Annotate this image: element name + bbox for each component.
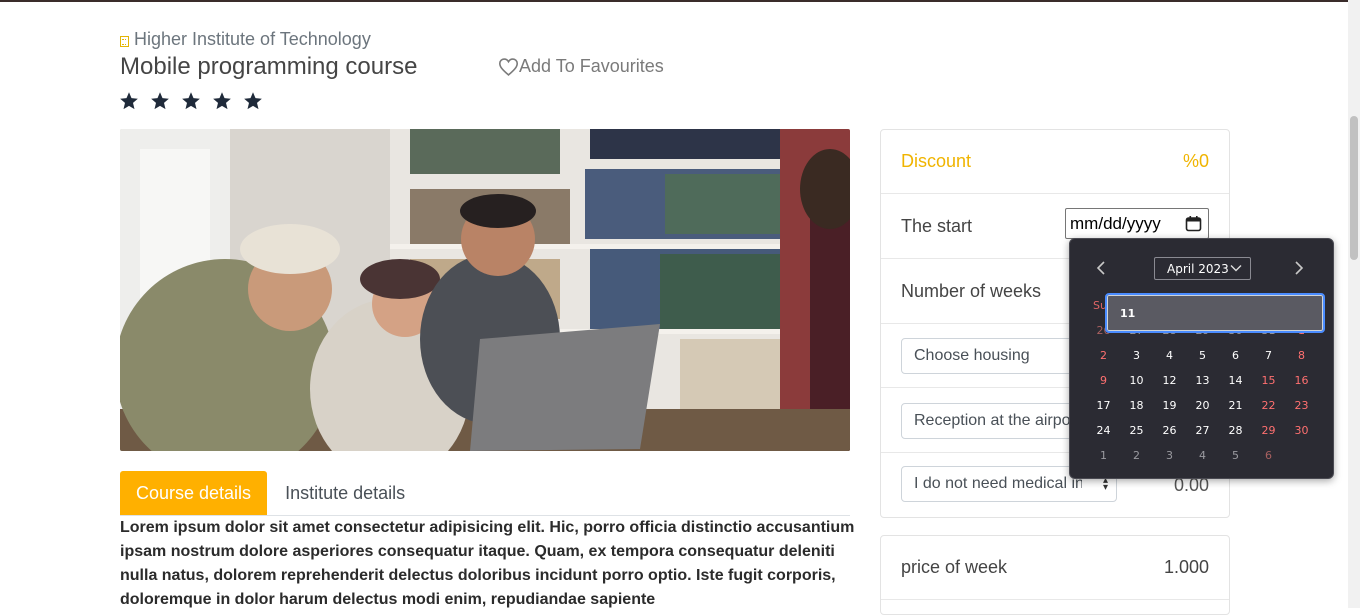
- calendar-day[interactable]: 30: [1285, 418, 1318, 443]
- calendar-day[interactable]: 22: [1252, 393, 1285, 418]
- calendar-day[interactable]: 9: [1087, 368, 1120, 393]
- calendar-day[interactable]: 28: [1219, 418, 1252, 443]
- reception-selected: Reception at the airport: [914, 412, 1081, 429]
- date-picker-popup: April 2023 SunMonTueWedThuFriSat26272829…: [1069, 238, 1334, 479]
- date-month-segment: mm: [1070, 213, 1099, 233]
- tab-course-details[interactable]: Course details: [120, 471, 268, 515]
- calendar-day[interactable]: 26: [1153, 418, 1186, 443]
- date-year-segment: yyyy: [1126, 213, 1161, 233]
- calendar-day[interactable]: 25: [1120, 418, 1153, 443]
- calendar-day[interactable]: 18: [1120, 393, 1153, 418]
- calendar-day[interactable]: 12: [1153, 368, 1186, 393]
- next-month-button[interactable]: [1294, 259, 1304, 280]
- start-date-input[interactable]: mm / dd / yyyy: [1065, 208, 1209, 239]
- calendar-day[interactable]: 2: [1120, 443, 1153, 468]
- course-photo: [120, 129, 850, 451]
- calendar-day[interactable]: 27: [1186, 418, 1219, 443]
- calendar-day[interactable]: 17: [1087, 393, 1120, 418]
- top-banner-strip: [0, 0, 1348, 2]
- calendar-day[interactable]: 20: [1186, 393, 1219, 418]
- medical-selected: I do not need medical insurance: [914, 475, 1082, 492]
- star-icon: [182, 92, 200, 110]
- page-scrollbar[interactable]: [1348, 0, 1360, 608]
- calendar-day[interactable]: 14: [1219, 368, 1252, 393]
- calendar-day[interactable]: 4: [1186, 443, 1219, 468]
- price-week-label: price of week: [901, 557, 1008, 577]
- calendar-day[interactable]: 24: [1087, 418, 1120, 443]
- discount-row: Discount %0: [881, 130, 1229, 194]
- price-week-row: price of week 1.000: [881, 536, 1229, 600]
- course-description: Lorem ipsum dolor sit amet consectetur a…: [120, 519, 855, 608]
- rating-stars: [119, 91, 263, 111]
- select-arrows-icon: ▴ ▾: [1102, 475, 1108, 493]
- month-year-select[interactable]: April 2023: [1154, 257, 1251, 280]
- calendar-day[interactable]: 10: [1120, 368, 1153, 393]
- calendar-day[interactable]: 13: [1186, 368, 1219, 393]
- discount-label: Discount: [901, 151, 972, 171]
- heart-icon: [499, 57, 518, 76]
- tab-institute-details[interactable]: Institute details: [267, 471, 421, 515]
- price-week-value: 1.000: [1163, 557, 1209, 577]
- course-title: Mobile programming course: [120, 53, 418, 80]
- calendar-day[interactable]: 3: [1153, 443, 1186, 468]
- add-to-favourites-button[interactable]: Add To Favourites: [499, 56, 664, 77]
- star-icon: [213, 92, 231, 110]
- calendar-icon[interactable]: [1185, 215, 1202, 232]
- calendar-day[interactable]: 1: [1087, 443, 1120, 468]
- calendar-day[interactable]: 6: [1252, 443, 1285, 468]
- course-tabs: Course details Institute details: [120, 471, 850, 516]
- calendar-day[interactable]: 2: [1087, 343, 1120, 368]
- calendar-day[interactable]: 15: [1252, 368, 1285, 393]
- discount-value: %0: [1182, 151, 1209, 171]
- chevron-left-icon: [1096, 261, 1105, 275]
- calendar-day[interactable]: 5: [1219, 443, 1252, 468]
- calendar-day[interactable]: 7: [1252, 343, 1285, 368]
- chevron-down-icon: [1230, 265, 1242, 272]
- calendar-day[interactable]: 19: [1153, 393, 1186, 418]
- calendar-day[interactable]: 29: [1252, 418, 1285, 443]
- chevron-right-icon: [1295, 261, 1304, 275]
- calendar-day[interactable]: 6: [1219, 343, 1252, 368]
- star-icon: [120, 92, 138, 110]
- institute-link[interactable]: Higher Institute of Technology: [120, 29, 371, 50]
- calendar-day[interactable]: 16: [1285, 368, 1318, 393]
- star-icon: [244, 92, 262, 110]
- previous-month-button[interactable]: [1096, 259, 1106, 280]
- calendar-day[interactable]: 4: [1153, 343, 1186, 368]
- favourites-label: Add To Favourites: [519, 56, 664, 76]
- housing-selected: Choose housing: [914, 347, 1030, 364]
- calendar-day[interactable]: 3: [1120, 343, 1153, 368]
- weeks-label: Number of weeks: [901, 281, 1042, 301]
- calendar-day[interactable]: 8: [1285, 343, 1318, 368]
- month-year-label: April 2023: [1167, 261, 1229, 276]
- calendar-day[interactable]: 5: [1186, 343, 1219, 368]
- institute-name: Higher Institute of Technology: [134, 29, 371, 49]
- building-icon: [120, 36, 129, 47]
- calendar-grid: SunMonTueWedThuFriSat2627282930311234567…: [1087, 293, 1325, 468]
- price-card: price of week 1.000: [880, 535, 1230, 615]
- calendar-day-selected[interactable]: 11: [1105, 293, 1325, 333]
- star-icon: [151, 92, 169, 110]
- scrollbar-thumb[interactable]: [1350, 116, 1358, 260]
- calendar-day[interactable]: 23: [1285, 393, 1318, 418]
- calendar-day[interactable]: 21: [1219, 393, 1252, 418]
- date-day-segment: dd: [1103, 213, 1122, 233]
- start-label: The start: [901, 216, 973, 236]
